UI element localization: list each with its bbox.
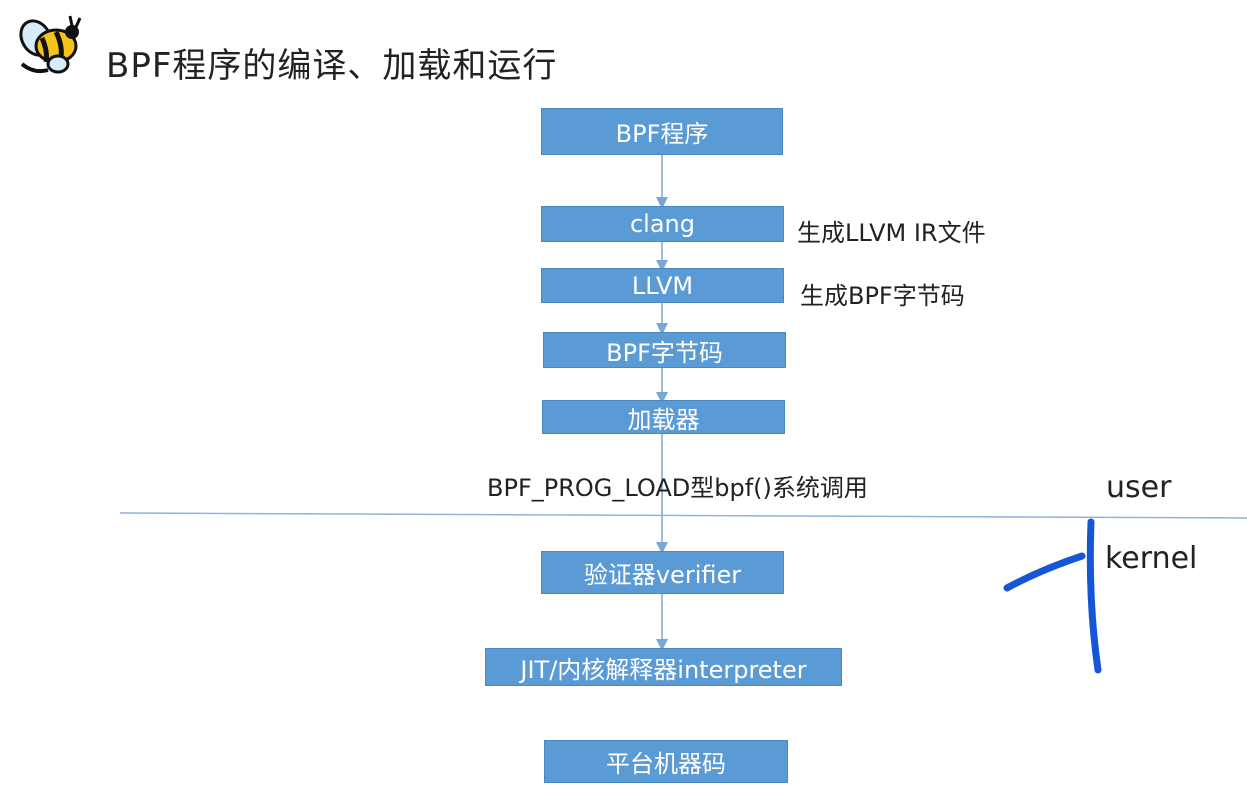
box-verifier: 验证器verifier — [541, 551, 784, 594]
user-kernel-boundary — [119, 512, 1247, 519]
note-syscall: BPF_PROG_LOAD型bpf()系统调用 — [487, 474, 868, 502]
note-llvm-output: 生成BPF字节码 — [800, 282, 965, 310]
box-loader: 加载器 — [542, 400, 785, 434]
label-kernel: kernel — [1105, 541, 1198, 576]
box-llvm: LLVM — [541, 268, 784, 303]
box-clang: clang — [541, 206, 784, 242]
box-bpf-bytecode: BPF字节码 — [543, 332, 786, 368]
box-jit-interpreter: JIT/内核解释器interpreter — [485, 648, 842, 686]
note-clang-output: 生成LLVM IR文件 — [797, 219, 986, 247]
label-user: user — [1106, 470, 1172, 505]
box-bpf-program: BPF程序 — [541, 108, 783, 155]
box-machine-code: 平台机器码 — [544, 740, 788, 783]
slide: BPF程序的编译、加载和运行 BPF程序 clang LLVM BPF字节码 加… — [0, 0, 1247, 805]
handwritten-kernel-bracket — [1003, 518, 1102, 674]
